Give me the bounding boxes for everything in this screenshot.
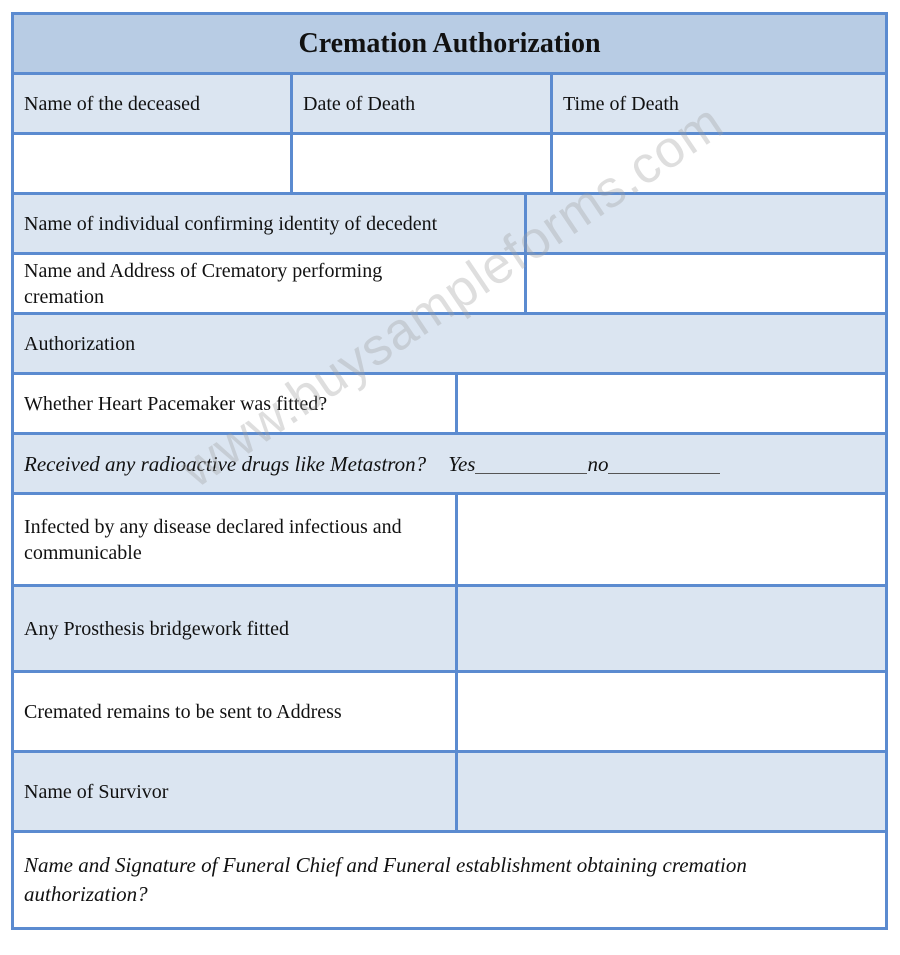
remains-address-field[interactable] (455, 670, 888, 753)
pacemaker-label: Whether Heart Pacemaker was fitted? (11, 372, 458, 435)
time-of-death-field[interactable] (550, 132, 888, 195)
no-blank-field[interactable] (608, 453, 721, 474)
no-label: no (587, 451, 609, 476)
date-of-death-label: Date of Death (290, 72, 553, 135)
radioactive-label: Received any radioactive drugs like Meta… (24, 451, 427, 476)
form-title: Cremation Authorization (11, 12, 888, 75)
funeral-chief-signature-field[interactable]: Name and Signature of Funeral Chief and … (11, 830, 888, 930)
identity-confirmer-label: Name of individual confirming identity o… (11, 192, 527, 255)
cremation-authorization-form: Cremation Authorization Name of the dece… (11, 12, 888, 930)
crematory-label: Name and Address of Crematory performing… (11, 252, 527, 315)
yes-label: Yes (448, 451, 476, 476)
identity-confirmer-field[interactable] (524, 192, 888, 255)
date-of-death-field[interactable] (290, 132, 553, 195)
name-deceased-field[interactable] (11, 132, 293, 195)
crematory-field[interactable] (524, 252, 888, 315)
remains-address-label: Cremated remains to be sent to Address (11, 670, 458, 753)
prosthesis-field[interactable] (455, 584, 888, 673)
prosthesis-label: Any Prosthesis bridgework fitted (11, 584, 458, 673)
yes-blank-field[interactable] (475, 453, 588, 474)
radioactive-row: Received any radioactive drugs like Meta… (11, 432, 888, 495)
authorization-section-heading: Authorization (11, 312, 888, 375)
pacemaker-field[interactable] (455, 372, 888, 435)
infectious-label: Infected by any disease declared infecti… (11, 492, 458, 587)
time-of-death-label: Time of Death (550, 72, 888, 135)
survivor-field[interactable] (455, 750, 888, 833)
infectious-field[interactable] (455, 492, 888, 587)
survivor-label: Name of Survivor (11, 750, 458, 833)
name-deceased-label: Name of the deceased (11, 72, 293, 135)
